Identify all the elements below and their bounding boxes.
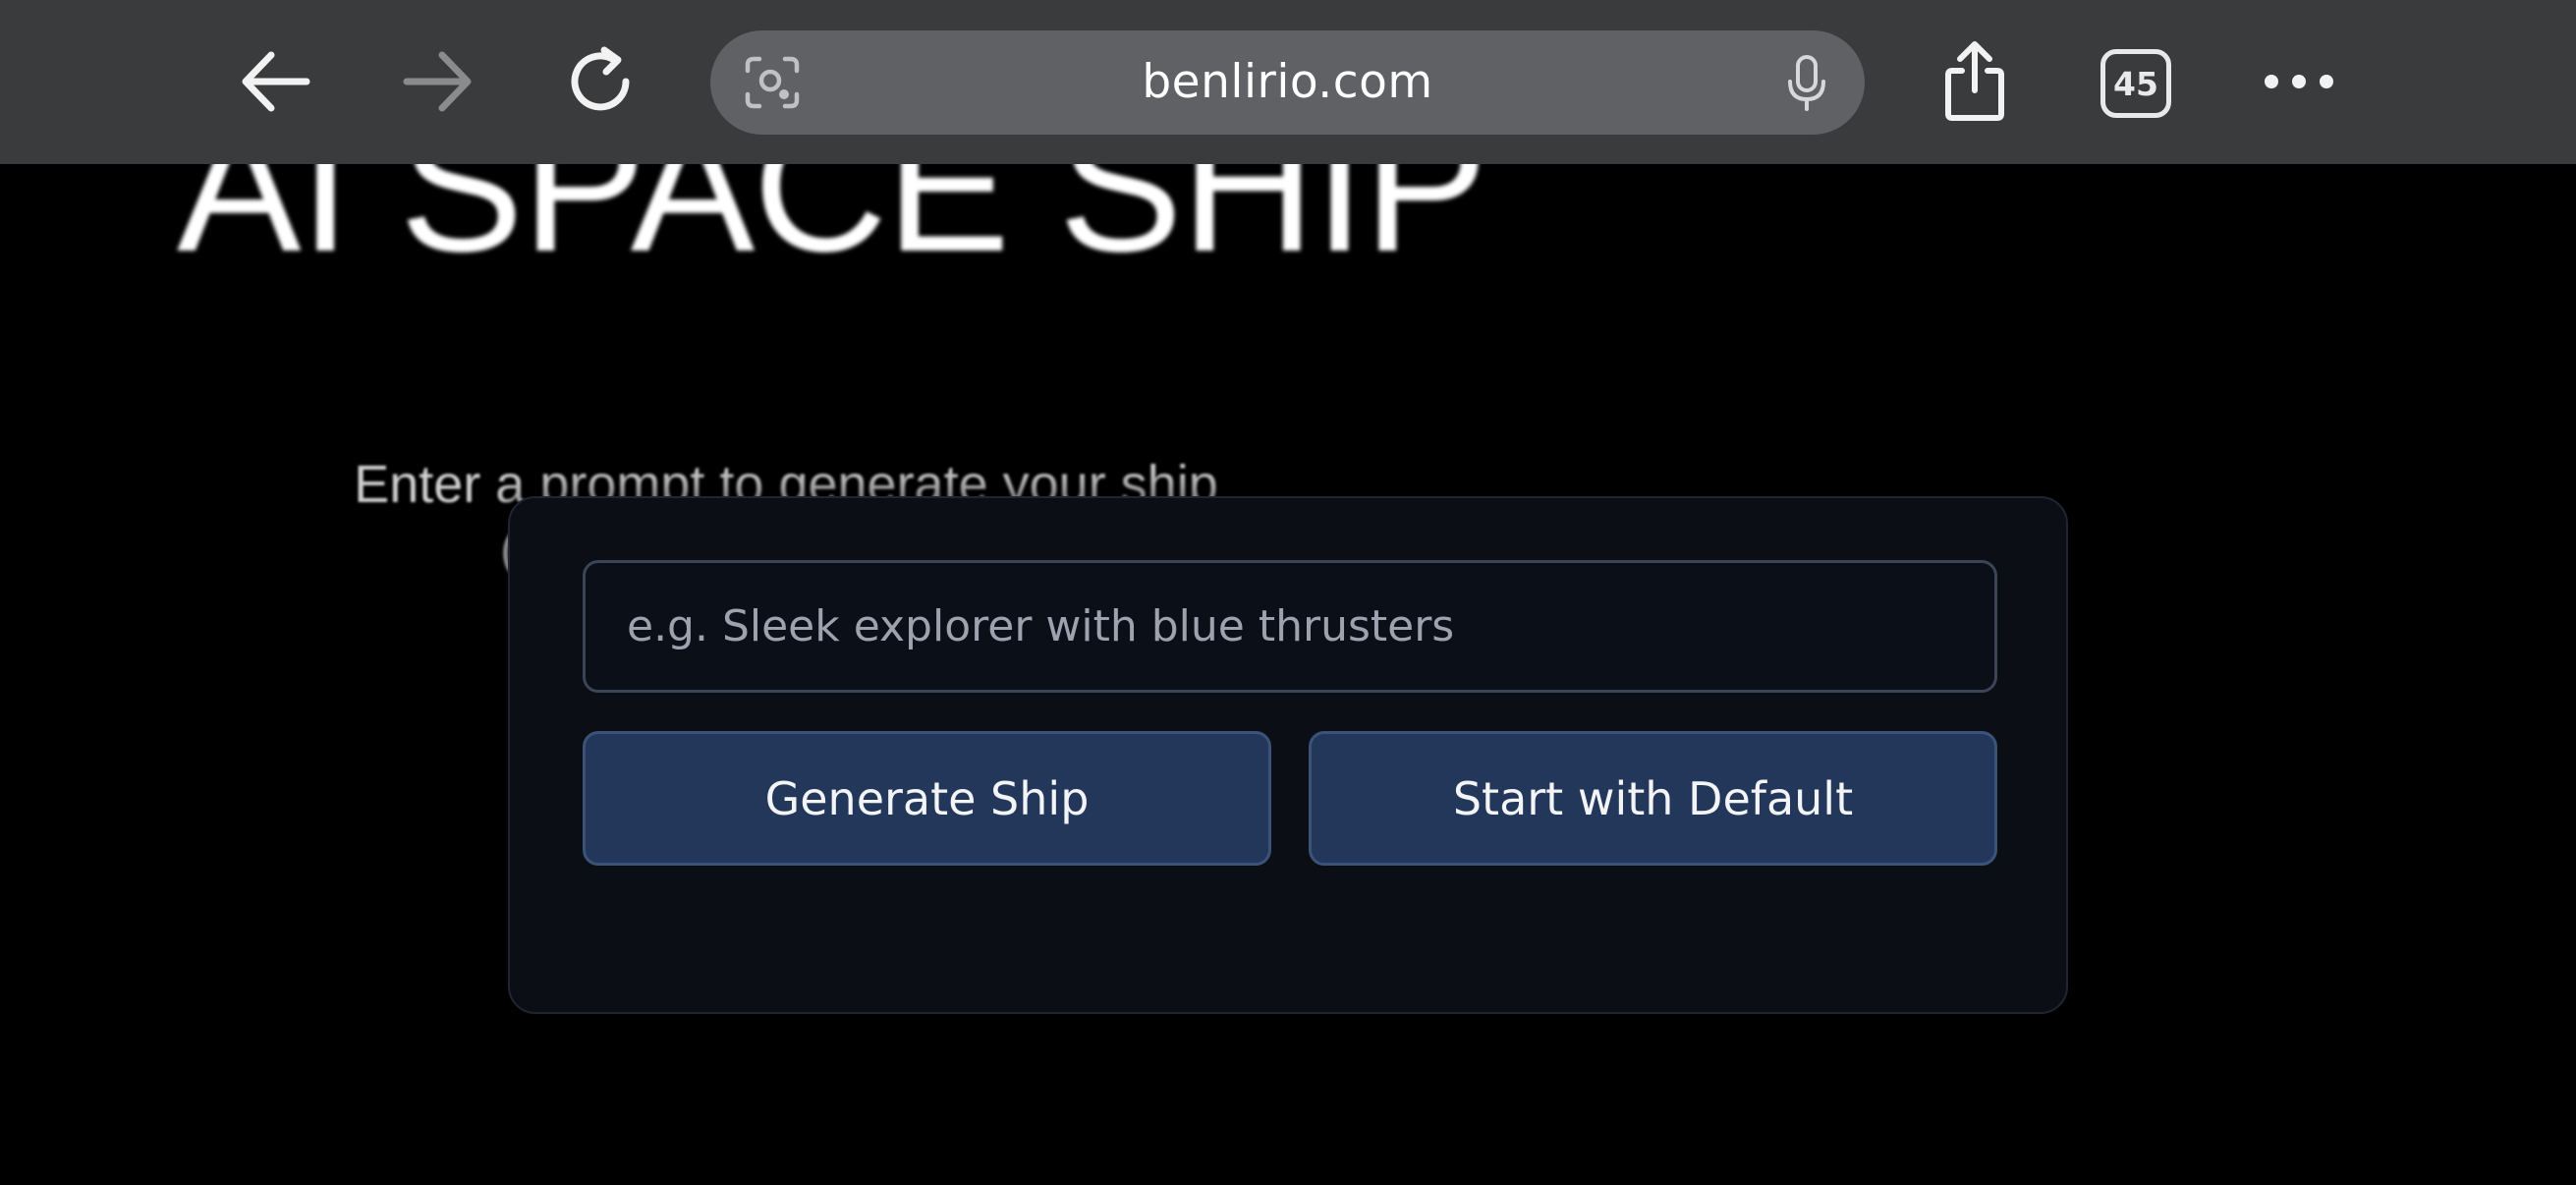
share-button[interactable] bbox=[1926, 32, 2024, 131]
url-text[interactable]: benlirio.com bbox=[710, 30, 1865, 135]
microphone-icon[interactable] bbox=[1784, 54, 1829, 113]
browser-toolbar: benlirio.com 45 bbox=[0, 0, 2576, 164]
generate-ship-button[interactable]: Generate Ship bbox=[583, 731, 1271, 866]
page-header: AI SPACE SHIP bbox=[0, 164, 2576, 321]
ship-prompt-input[interactable] bbox=[583, 560, 1997, 693]
more-menu-button[interactable] bbox=[2250, 32, 2348, 131]
back-button[interactable] bbox=[226, 32, 324, 131]
arrow-left-icon bbox=[242, 51, 310, 112]
tabs-icon[interactable]: 45 bbox=[2100, 49, 2171, 118]
browser-window: benlirio.com 45 AI SPACE SHIP Enter a pr… bbox=[0, 0, 2576, 1185]
share-icon bbox=[1945, 41, 2004, 121]
reload-icon bbox=[571, 46, 630, 111]
more-dots-icon bbox=[2265, 75, 2333, 88]
arrow-right-icon bbox=[403, 51, 472, 112]
address-bar[interactable]: benlirio.com bbox=[710, 30, 1865, 135]
forward-button[interactable] bbox=[389, 32, 487, 131]
reload-button[interactable] bbox=[553, 32, 651, 131]
ship-prompt-modal: Generate Ship Start with Default bbox=[508, 496, 2068, 1014]
start-default-button[interactable]: Start with Default bbox=[1309, 731, 1997, 866]
page-title: AI SPACE SHIP bbox=[177, 164, 1488, 291]
